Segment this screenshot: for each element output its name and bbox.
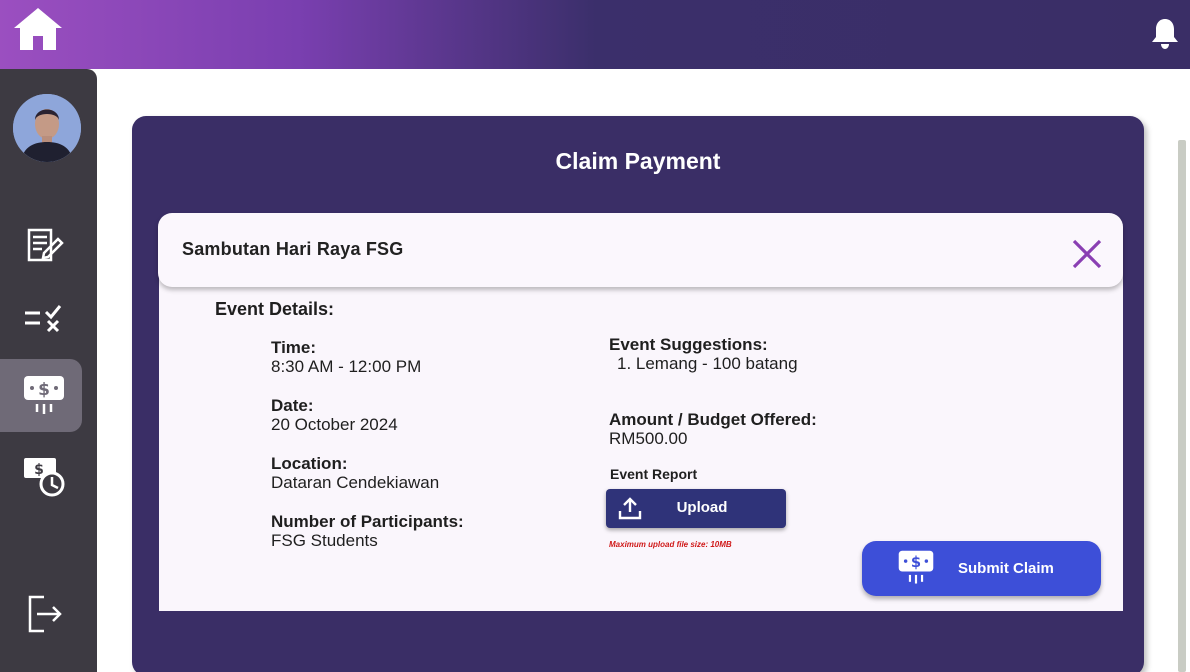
- top-bar: [0, 0, 1190, 69]
- sidebar-item-logout[interactable]: [0, 576, 82, 649]
- time-label: Time:: [271, 338, 317, 357]
- event-report-label: Event Report: [610, 466, 698, 482]
- time-value: 8:30 AM - 12:00 PM: [271, 357, 422, 376]
- sidebar-item-events[interactable]: [0, 210, 82, 283]
- scrollbar[interactable]: [1178, 140, 1186, 672]
- submit-claim-button[interactable]: $ Submit Claim: [862, 541, 1101, 596]
- date-label: Date:: [271, 396, 314, 415]
- participants-value: FSG Students: [271, 531, 378, 550]
- participants-label: Number of Participants:: [271, 512, 464, 531]
- card-header: Sambutan Hari Raya FSG: [158, 213, 1123, 287]
- claim-payment-icon: $: [898, 550, 934, 584]
- bell-icon[interactable]: [1149, 17, 1181, 50]
- sidebar-item-tasks[interactable]: [0, 283, 82, 356]
- location-label: Location:: [271, 454, 348, 473]
- document-edit-icon: [27, 228, 64, 262]
- avatar[interactable]: [13, 94, 81, 162]
- checklist-icon: [25, 305, 62, 333]
- budget-value: RM500.00: [609, 429, 688, 448]
- logout-icon: [28, 595, 62, 633]
- date-value: 20 October 2024: [271, 415, 398, 434]
- page-title: Claim Payment: [555, 148, 721, 174]
- sidebar: $ $: [0, 69, 97, 672]
- claim-payment-icon: $: [24, 376, 64, 414]
- budget-label: Amount / Budget Offered:: [609, 410, 817, 429]
- upload-button[interactable]: Upload: [606, 489, 786, 528]
- suggestions-label: Event Suggestions:: [609, 335, 768, 354]
- svg-text:$: $: [34, 462, 44, 478]
- svg-text:$: $: [38, 380, 50, 400]
- avatar-image: [13, 94, 81, 162]
- payment-history-icon: $: [24, 458, 65, 497]
- sidebar-item-payment-history[interactable]: $: [0, 439, 82, 512]
- suggestion-item: 1. Lemang - 100 batang: [617, 354, 798, 373]
- location-value: Dataran Cendekiawan: [271, 473, 440, 492]
- upload-button-label: Upload: [676, 499, 728, 516]
- event-title: Sambutan Hari Raya FSG: [182, 239, 404, 259]
- svg-text:$: $: [911, 554, 921, 571]
- section-title: Event Details:: [215, 299, 335, 319]
- submit-claim-label: Submit Claim: [958, 560, 1054, 577]
- upload-size-note: Maximum upload file size: 10MB: [609, 540, 732, 549]
- home-icon[interactable]: [12, 6, 64, 52]
- sidebar-item-claim-payment[interactable]: $: [0, 359, 82, 432]
- close-icon[interactable]: [1071, 238, 1103, 270]
